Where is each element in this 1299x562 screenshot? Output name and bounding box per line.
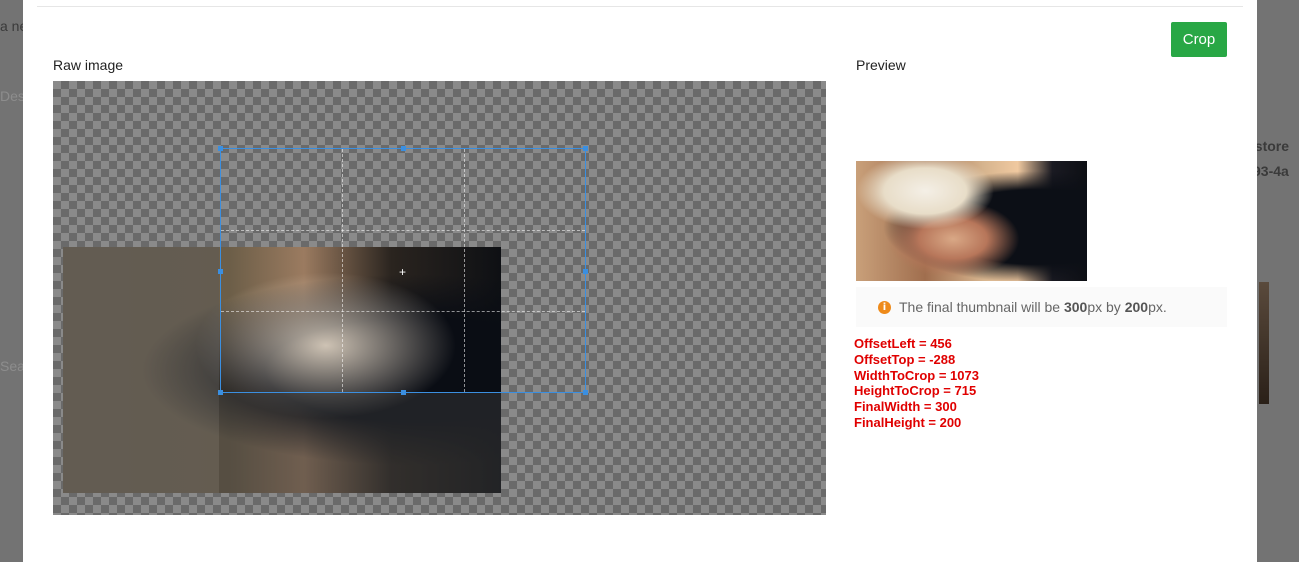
final-height: 200 xyxy=(1124,299,1149,315)
crop-handle-ne[interactable] xyxy=(583,146,588,151)
crop-center-icon: + xyxy=(399,265,407,279)
crop-button[interactable]: Crop xyxy=(1171,22,1227,57)
cropper-canvas[interactable]: + xyxy=(53,81,826,515)
background-right-strip: ystore 93-4a xyxy=(1257,0,1299,562)
crop-handle-w[interactable] xyxy=(218,269,223,274)
image-dim-overlay xyxy=(63,247,219,493)
crop-handle-e[interactable] xyxy=(583,269,588,274)
background-thumbnail xyxy=(1259,282,1269,404)
crop-handle-sw[interactable] xyxy=(218,390,223,395)
final-width: 300 xyxy=(1063,299,1088,315)
background-text: ystore xyxy=(1257,138,1290,154)
crop-stats: OffsetLeft = 456 OffsetTop = -288 WidthT… xyxy=(854,336,979,431)
thumbnail-info: i The final thumbnail will be 300px by 2… xyxy=(856,287,1227,327)
crop-guide-line xyxy=(221,311,585,312)
crop-handle-s[interactable] xyxy=(401,390,406,395)
image-dim-overlay xyxy=(219,392,501,493)
background-left-strip: a ne Desc Searc xyxy=(0,0,37,562)
crop-guide-line xyxy=(221,230,585,231)
crop-handle-nw[interactable] xyxy=(218,146,223,151)
stat-height-to-crop: HeightToCrop = 715 xyxy=(854,383,977,399)
preview-label: Preview xyxy=(856,57,906,73)
modal-divider xyxy=(37,6,1243,7)
crop-modal: Crop Raw image Preview + i The final thu… xyxy=(23,0,1257,562)
stat-final-height: FinalHeight = 200 xyxy=(854,414,962,430)
crop-handle-se[interactable] xyxy=(583,390,588,395)
raw-image-label: Raw image xyxy=(53,57,124,73)
stat-offset-left: OffsetLeft = 456 xyxy=(854,336,952,351)
crop-selection-box[interactable]: + xyxy=(218,146,588,395)
stat-offset-top: OffsetTop = -288 xyxy=(854,351,956,367)
crop-handle-n[interactable] xyxy=(401,146,406,151)
stat-width-to-crop: WidthToCrop = 1073 xyxy=(854,367,979,383)
background-text: 93-4a xyxy=(1257,163,1289,179)
info-text: The final thumbnail will be 300px by 200… xyxy=(899,299,1167,315)
info-icon: i xyxy=(878,300,891,314)
stat-final-width: FinalWidth = 300 xyxy=(854,399,957,415)
crop-guide-line xyxy=(342,149,343,392)
preview-image xyxy=(856,161,1087,281)
crop-guide-line xyxy=(464,149,465,392)
